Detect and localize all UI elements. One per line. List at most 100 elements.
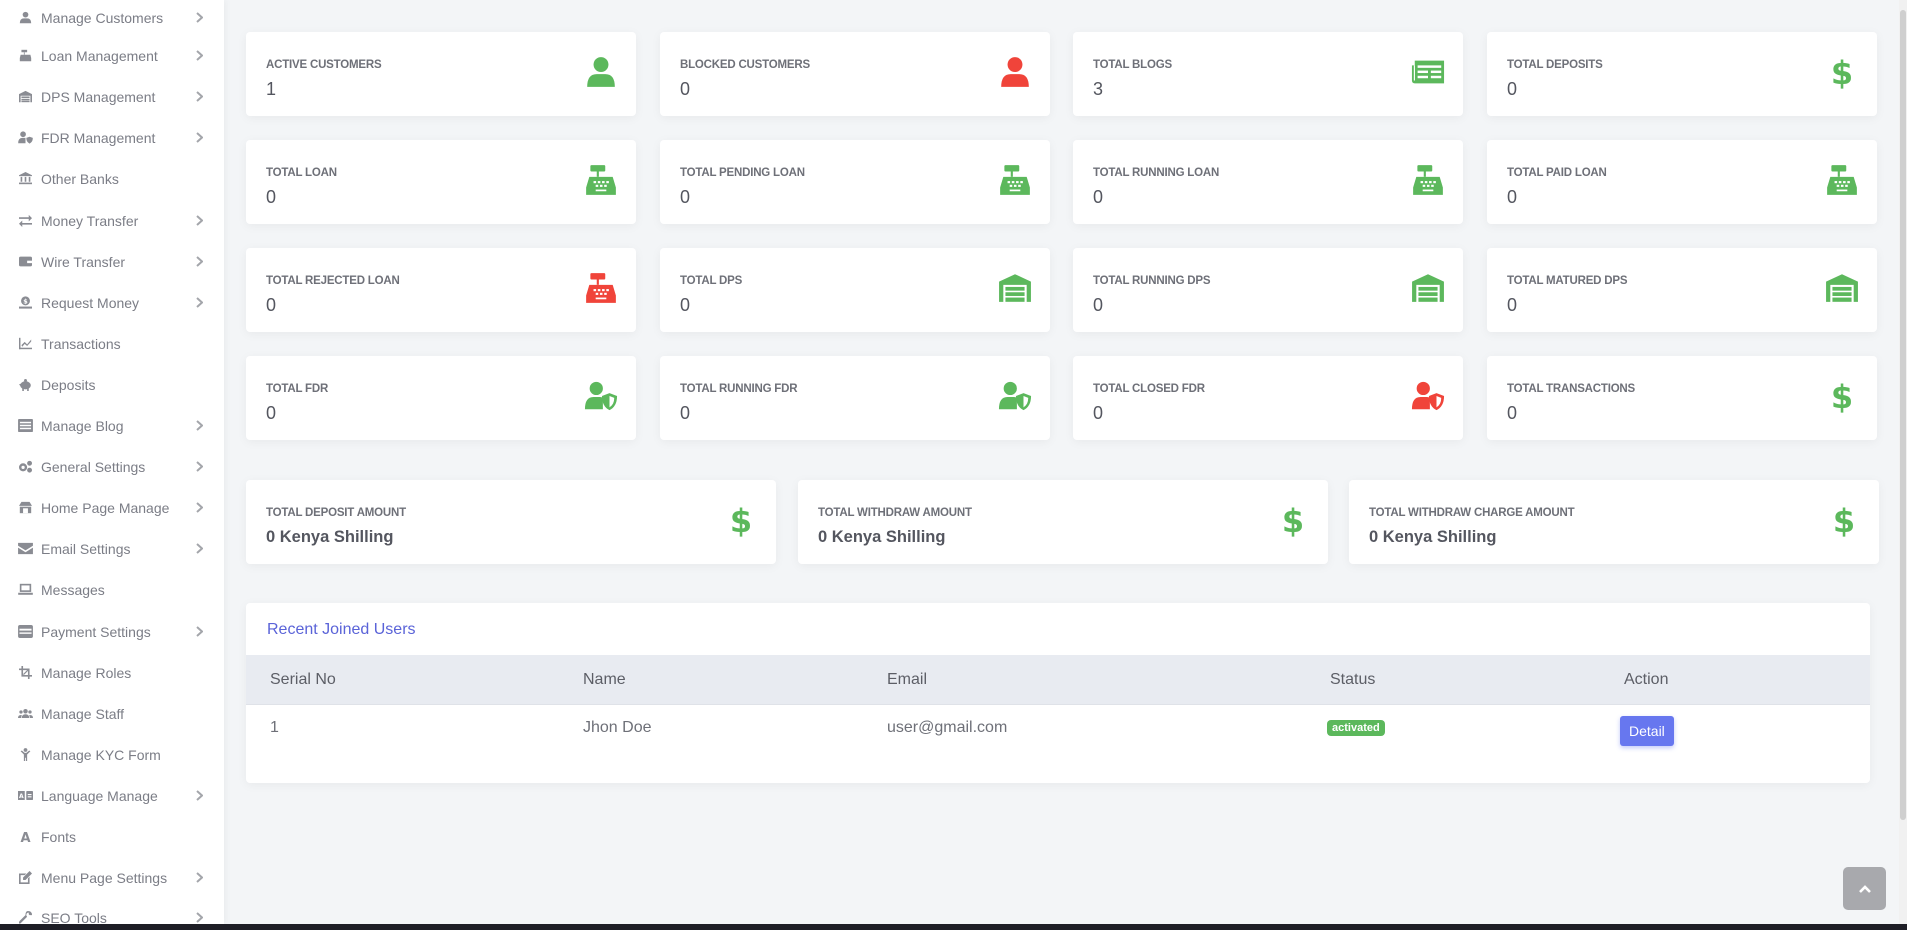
- sidebar-item-home-page-manage[interactable]: Home Page Manage: [0, 487, 224, 528]
- stat-card-active-customers: ACTIVE CUSTOMERS 1: [246, 32, 636, 116]
- amount-value: 0 Kenya Shilling: [818, 528, 946, 546]
- user-shield-icon: [1411, 376, 1445, 416]
- stat-card-blocked-customers: BLOCKED CUSTOMERS 0: [660, 32, 1050, 116]
- warehouse-icon: [1411, 268, 1445, 308]
- sidebar-item-manage-customers[interactable]: Manage Customers: [0, 0, 224, 38]
- table-header: Serial No Name Email Status Action: [246, 655, 1870, 705]
- sidebar-item-email-settings[interactable]: Email Settings: [0, 528, 224, 569]
- store-icon: [16, 501, 34, 515]
- detail-button[interactable]: Detail: [1620, 716, 1674, 746]
- amount-title: TOTAL WITHDRAW CHARGE AMOUNT: [1369, 507, 1575, 519]
- stat-value: 0: [1507, 187, 1518, 207]
- sidebar-item-label: DPS Management: [41, 88, 156, 105]
- chevron-right-icon: [194, 461, 204, 472]
- vertical-scrollbar[interactable]: [1899, 0, 1907, 924]
- stat-title: TOTAL MATURED DPS: [1507, 275, 1628, 287]
- amount-title: TOTAL WITHDRAW AMOUNT: [818, 507, 972, 519]
- dollar-icon: $: [1825, 376, 1859, 416]
- warehouse-icon: [998, 268, 1032, 308]
- svg-text:$: $: [730, 503, 752, 537]
- sidebar-item-fonts[interactable]: A Fonts: [0, 816, 224, 857]
- taskbar: [0, 924, 1907, 930]
- stat-value: 1: [266, 79, 277, 99]
- stat-value: 0: [1093, 187, 1104, 207]
- sidebar-item-messages[interactable]: Messages: [0, 569, 224, 610]
- stat-value: 0: [1507, 403, 1518, 423]
- sidebar-item-loan-management[interactable]: Loan Management: [0, 35, 224, 76]
- sidebar-item-fdr-management[interactable]: FDR Management: [0, 117, 224, 158]
- dollar-icon: $: [1827, 500, 1861, 540]
- newspaper-icon: [1411, 52, 1445, 92]
- sidebar-item-manage-staff[interactable]: Manage Staff: [0, 693, 224, 734]
- sidebar-item-manage-blog[interactable]: Manage Blog: [0, 405, 224, 446]
- sidebar-item-transactions[interactable]: Transactions: [0, 323, 224, 364]
- chevron-right-icon: [194, 132, 204, 143]
- warehouse-icon: [1825, 268, 1859, 308]
- bank-icon: [16, 172, 34, 186]
- stat-title: TOTAL RUNNING LOAN: [1093, 167, 1220, 179]
- status-badge: activated: [1327, 720, 1385, 736]
- stat-value: 0: [680, 187, 691, 207]
- cash-register-icon: [1825, 160, 1859, 200]
- sidebar-item-label: SEO Tools: [41, 909, 107, 925]
- recent-users-title: Recent Joined Users: [267, 621, 416, 638]
- laptop-message-icon: [16, 583, 34, 597]
- sidebar-item-seo-tools[interactable]: SEO Tools: [0, 897, 224, 924]
- stat-value: 0: [266, 403, 277, 423]
- stat-value: 3: [1093, 79, 1104, 99]
- warehouse-icon: [16, 90, 34, 104]
- wrench-icon: [16, 911, 34, 925]
- sidebar-item-label: Deposits: [41, 376, 96, 393]
- stat-title: TOTAL FDR: [266, 383, 329, 395]
- money-request-icon: $: [16, 296, 34, 310]
- stat-value: 0: [1093, 403, 1104, 423]
- sidebar-item-label: Other Banks: [41, 170, 119, 187]
- stat-card-total-dps: TOTAL DPS 0: [660, 248, 1050, 332]
- scroll-to-top-button[interactable]: [1843, 867, 1886, 910]
- chevron-right-icon: [194, 502, 204, 513]
- cash-register-icon: [1411, 160, 1445, 200]
- exchange-icon: [16, 214, 34, 228]
- recent-users-card: Recent Joined Users Serial No Name Email…: [246, 603, 1870, 783]
- sidebar-item-label: General Settings: [41, 458, 146, 475]
- stat-card-total-running-loan: TOTAL RUNNING LOAN 0: [1073, 140, 1463, 224]
- sidebar-item-label: Manage KYC Form: [41, 746, 161, 763]
- sidebar-item-deposits[interactable]: Deposits: [0, 364, 224, 405]
- amount-card-total-withdraw-amount: TOTAL WITHDRAW AMOUNT 0 Kenya Shilling $: [798, 480, 1328, 564]
- chevron-right-icon: [194, 912, 204, 923]
- sidebar-item-payment-settings[interactable]: Payment Settings: [0, 611, 224, 652]
- stat-value: 0: [680, 79, 691, 99]
- dollar-icon: $: [1276, 500, 1310, 540]
- dollar-icon: $: [1825, 52, 1859, 92]
- chevron-right-icon: [194, 50, 204, 61]
- stat-card-total-closed-fdr: TOTAL CLOSED FDR 0: [1073, 356, 1463, 440]
- sidebar-item-menu-page-settings[interactable]: Menu Page Settings: [0, 857, 224, 898]
- users-icon: [16, 707, 34, 721]
- sidebar-item-manage-roles[interactable]: Manage Roles: [0, 652, 224, 693]
- sidebar-item-money-transfer[interactable]: Money Transfer: [0, 200, 224, 241]
- sidebar-item-label: Manage Customers: [41, 9, 164, 26]
- sidebar-item-general-settings[interactable]: General Settings: [0, 446, 224, 487]
- sidebar-item-dps-management[interactable]: DPS Management: [0, 76, 224, 117]
- amount-value: 0 Kenya Shilling: [1369, 528, 1497, 546]
- sidebar-item-language-manage[interactable]: A Language Manage: [0, 775, 224, 816]
- sidebar-item-label: FDR Management: [41, 129, 156, 146]
- svg-text:$: $: [1833, 503, 1855, 537]
- sidebar-item-label: Fonts: [41, 828, 77, 845]
- svg-text:$: $: [1831, 379, 1853, 413]
- user-shield-icon: [584, 376, 618, 416]
- sidebar-item-label: Email Settings: [41, 540, 131, 557]
- col-serial: Serial No: [270, 671, 336, 688]
- stat-value: 0: [266, 295, 277, 315]
- sidebar-item-other-banks[interactable]: Other Banks: [0, 158, 224, 199]
- stat-title: TOTAL LOAN: [266, 167, 337, 179]
- stat-title: TOTAL REJECTED LOAN: [266, 275, 400, 287]
- stat-value: 0: [680, 403, 691, 423]
- sidebar-item-manage-kyc-form[interactable]: Manage KYC Form: [0, 734, 224, 775]
- sidebar-item-wire-transfer[interactable]: Wire Transfer: [0, 241, 224, 282]
- scrollbar-thumb[interactable]: [1900, 10, 1906, 820]
- sidebar-item-request-money[interactable]: $ Request Money: [0, 282, 224, 323]
- stat-card-total-running-fdr: TOTAL RUNNING FDR 0: [660, 356, 1050, 440]
- stat-card-total-blogs: TOTAL BLOGS 3: [1073, 32, 1463, 116]
- stat-card-total-matured-dps: TOTAL MATURED DPS 0: [1487, 248, 1877, 332]
